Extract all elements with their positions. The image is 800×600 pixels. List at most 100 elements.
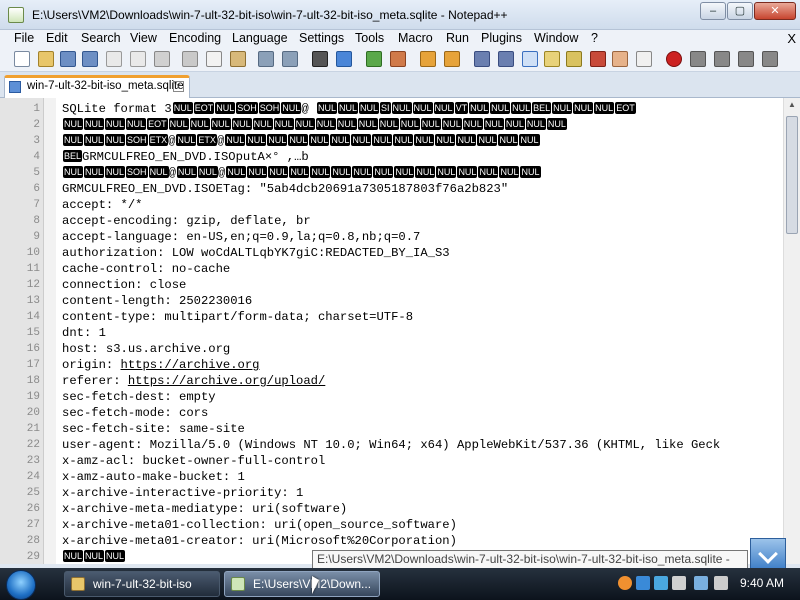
line-number: 12 (26, 279, 40, 291)
show-all-chars-icon[interactable] (498, 51, 514, 67)
line-number: 21 (26, 423, 40, 435)
language-icon[interactable] (544, 51, 560, 67)
menu-search[interactable]: Search (81, 31, 121, 45)
volume-muted-icon[interactable] (714, 576, 728, 590)
minimize-button[interactable]: – (700, 2, 726, 20)
folder-icon (71, 577, 85, 591)
tray-app-icon[interactable] (672, 576, 686, 590)
sync-scroll-v-icon[interactable] (420, 51, 436, 67)
sync-scroll-h-icon[interactable] (444, 51, 460, 67)
code-line: x-archive-meta-mediatype: uri(software) (62, 502, 348, 516)
zoom-in-icon[interactable] (366, 51, 382, 67)
menu-tools[interactable]: Tools (355, 31, 384, 45)
code-line: cache-control: no-cache (62, 262, 231, 276)
document-tab-bar: win-7-ult-32-bit-iso_meta.sqlite x (0, 72, 800, 98)
maximize-button[interactable]: ▢ (727, 2, 753, 20)
taskbar-button-notepad[interactable]: E:\Users\VM2\Down... (224, 571, 380, 597)
origin-link[interactable]: https://archive.org (121, 358, 260, 372)
code-line: user-agent: Mozilla/5.0 (Windows NT 10.0… (62, 438, 721, 452)
play-macro-icon[interactable] (714, 51, 730, 67)
notepad-app-icon (8, 7, 24, 23)
line-number: 1 (33, 103, 40, 115)
tab-meta-sqlite[interactable]: win-7-ult-32-bit-iso_meta.sqlite x (4, 75, 190, 98)
menu-encoding[interactable]: Encoding (169, 31, 221, 45)
record-macro-icon[interactable] (666, 51, 682, 67)
tab-label: win-7-ult-32-bit-iso_meta.sqlite (27, 80, 184, 92)
tab-close-button[interactable]: x (173, 81, 184, 92)
network-status-icon[interactable] (694, 576, 708, 590)
close-document-button[interactable]: X (787, 31, 796, 46)
taskbar-tooltip: E:\Users\VM2\Downloads\win-7-ult-32-bit-… (312, 550, 748, 569)
menu-view[interactable]: View (130, 31, 157, 45)
cut-icon[interactable] (182, 51, 198, 67)
print-icon[interactable] (154, 51, 170, 67)
line-number: 5 (33, 167, 40, 179)
search-icon[interactable] (618, 576, 632, 590)
network-icon[interactable] (636, 576, 650, 590)
code-line: dnt: 1 (62, 326, 106, 340)
menu-run[interactable]: Run (446, 31, 469, 45)
scroll-up-arrow-icon[interactable]: ▲ (786, 100, 798, 114)
code-line: accept-language: en-US,en;q=0.9,la;q=0.8… (62, 230, 421, 244)
code-line: NUL NUL NUL SOH ETX@ NUL ETX@ NUL NUL NUL NUL NUL NU… (63, 134, 540, 148)
title-bar[interactable]: E:\Users\VM2\Downloads\win-7-ult-32-bit-… (0, 0, 800, 30)
word-wrap-icon[interactable] (474, 51, 490, 67)
paste-icon[interactable] (230, 51, 246, 67)
redo-icon[interactable] (282, 51, 298, 67)
undo-icon[interactable] (258, 51, 274, 67)
code-line: sec-fetch-site: same-site (62, 422, 245, 436)
zoom-out-icon[interactable] (390, 51, 406, 67)
menu-edit[interactable]: Edit (46, 31, 68, 45)
line-number: 17 (26, 359, 40, 371)
indent-guide-icon[interactable] (522, 51, 538, 67)
find-icon[interactable] (312, 51, 328, 67)
menu-plugins[interactable]: Plugins (481, 31, 522, 45)
code-line: NUL NUL NUL SOH NUL@ NUL NUL@ NUL NUL NUL NUL NUL NU… (63, 166, 541, 180)
copy-icon[interactable] (206, 51, 222, 67)
close-all-icon[interactable] (130, 51, 146, 67)
menu-help[interactable]: ? (591, 31, 598, 45)
line-number: 6 (33, 183, 40, 195)
code-line: GRMCULFREO_EN_DVD.ISOETag: "5ab4dcb20691… (62, 182, 509, 196)
line-number: 14 (26, 311, 40, 323)
save-all-icon[interactable] (82, 51, 98, 67)
window-controls: – ▢ ✕ (700, 2, 796, 20)
code-line: sec-fetch-dest: empty (62, 390, 216, 404)
menu-settings[interactable]: Settings (299, 31, 344, 45)
clock[interactable]: 9:40 AM (740, 576, 784, 590)
doc-map-icon[interactable] (590, 51, 606, 67)
vertical-scrollbar[interactable]: ▲ (783, 98, 800, 564)
toolbar (0, 48, 800, 72)
play-multiple-icon[interactable] (738, 51, 754, 67)
editor-area[interactable]: 1 SQLite format 3 NUL EOT NUL SOH SOH NUL@ NUL… (0, 98, 800, 564)
line-number: 29 (26, 551, 40, 563)
new-file-icon[interactable] (14, 51, 30, 67)
replace-icon[interactable] (336, 51, 352, 67)
line-number: 15 (26, 327, 40, 339)
save-macro-icon[interactable] (762, 51, 778, 67)
file-icon (9, 81, 21, 93)
open-file-icon[interactable] (38, 51, 54, 67)
stop-macro-icon[interactable] (690, 51, 706, 67)
close-file-icon[interactable] (106, 51, 122, 67)
referer-link[interactable]: https://archive.org/upload/ (128, 374, 325, 388)
folder-workspace-icon[interactable] (636, 51, 652, 67)
menu-window[interactable]: Window (534, 31, 578, 45)
close-button[interactable]: ✕ (754, 2, 796, 20)
menu-macro[interactable]: Macro (398, 31, 433, 45)
notepad-icon (231, 577, 245, 591)
menu-file[interactable]: File (14, 31, 34, 45)
scrollbar-thumb[interactable] (786, 116, 798, 234)
taskbar-button-folder[interactable]: win-7-ult-32-bit-iso (64, 571, 220, 597)
network-2-icon[interactable] (654, 576, 668, 590)
save-icon[interactable] (60, 51, 76, 67)
code-line: authorization: LOW woCdALTLqbYK7giC:REDA… (62, 246, 450, 260)
line-number: 9 (33, 231, 40, 243)
show-desktop-arrow-icon[interactable] (750, 538, 786, 570)
udl-icon[interactable] (566, 51, 582, 67)
line-number: 24 (26, 471, 40, 483)
menu-language[interactable]: Language (232, 31, 288, 45)
line-number: 16 (26, 343, 40, 355)
function-list-icon[interactable] (612, 51, 628, 67)
start-button[interactable] (6, 570, 36, 600)
